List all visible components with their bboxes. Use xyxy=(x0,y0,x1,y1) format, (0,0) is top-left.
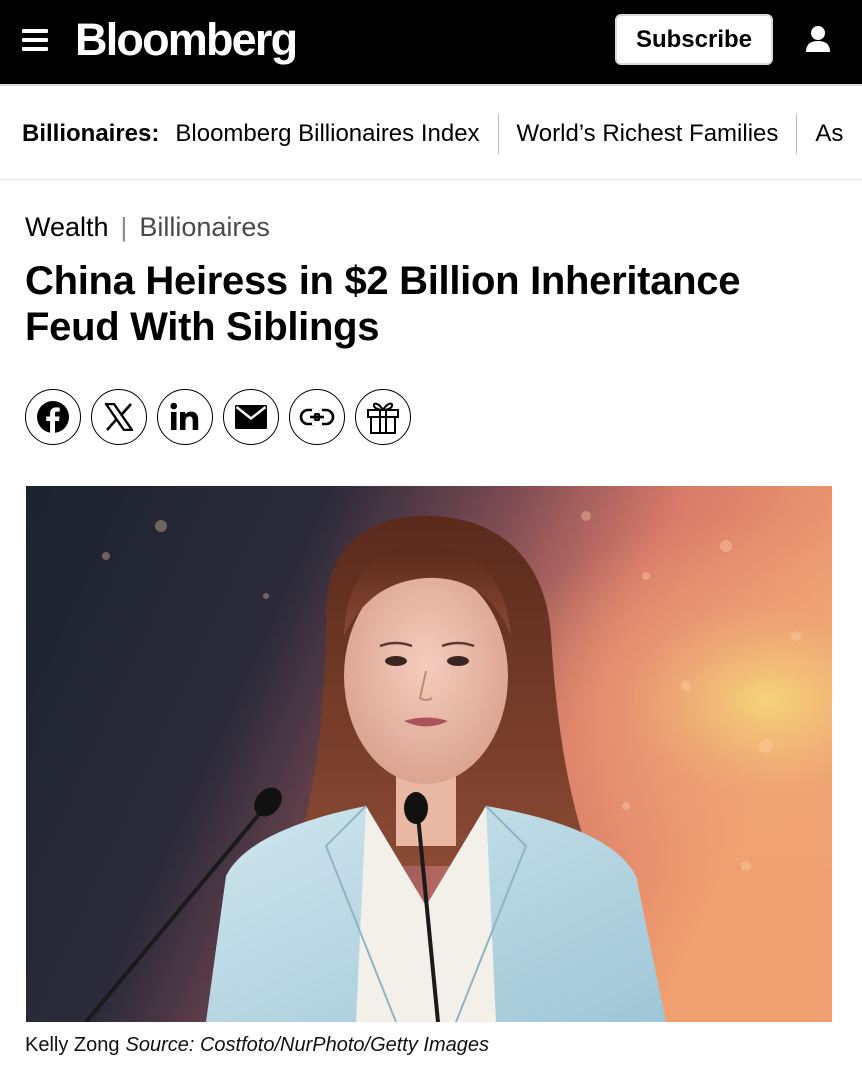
subscribe-button[interactable]: Subscribe xyxy=(615,14,773,65)
facebook-icon xyxy=(37,401,69,433)
breadcrumb: Wealth | Billionaires xyxy=(25,212,270,243)
subnav-divider xyxy=(796,114,798,154)
photo-caption: Kelly Zong Source: Costfoto/NurPhoto/Gett… xyxy=(25,1034,489,1057)
breadcrumb-billionaires[interactable]: Billionaires xyxy=(139,212,270,243)
copy-link-button[interactable] xyxy=(289,389,345,445)
breadcrumb-wealth[interactable]: Wealth xyxy=(25,212,109,243)
subnav-link-richest-families[interactable]: World’s Richest Families xyxy=(517,120,779,148)
share-facebook-button[interactable] xyxy=(25,389,81,445)
user-account-icon[interactable] xyxy=(803,24,833,56)
subnav-label: Billionaires: xyxy=(22,120,160,147)
hero-photo xyxy=(26,486,832,1022)
caption-subject: Kelly Zong xyxy=(25,1034,120,1056)
bloomberg-logo[interactable]: Bloomberg xyxy=(75,12,298,68)
caption-source: Source: Costfoto/NurPhoto/Getty Images xyxy=(125,1034,490,1056)
top-header-bar: Bloomberg Subscribe xyxy=(0,0,862,84)
gift-icon xyxy=(367,402,399,434)
x-icon xyxy=(104,403,134,431)
link-icon xyxy=(299,408,335,426)
subnav-link-billionaires-index[interactable]: Bloomberg Billionaires Index xyxy=(175,120,479,148)
billionaires-subnav: Billionaires: Bloomberg Billionaires Ind… xyxy=(0,84,862,180)
gift-article-button[interactable] xyxy=(355,389,411,445)
breadcrumb-separator: | xyxy=(120,212,128,242)
subnav-link-truncated[interactable]: As xyxy=(815,120,843,148)
share-linkedin-button[interactable] xyxy=(157,389,213,445)
menu-icon[interactable] xyxy=(22,29,48,51)
linkedin-icon xyxy=(170,402,199,430)
subnav-divider xyxy=(497,114,499,154)
share-x-button[interactable] xyxy=(91,389,147,445)
share-email-button[interactable] xyxy=(223,389,279,445)
share-bar xyxy=(25,389,421,445)
email-icon xyxy=(235,405,267,429)
article-headline: China Heiress in $2 Billion Inheritance … xyxy=(25,259,741,349)
